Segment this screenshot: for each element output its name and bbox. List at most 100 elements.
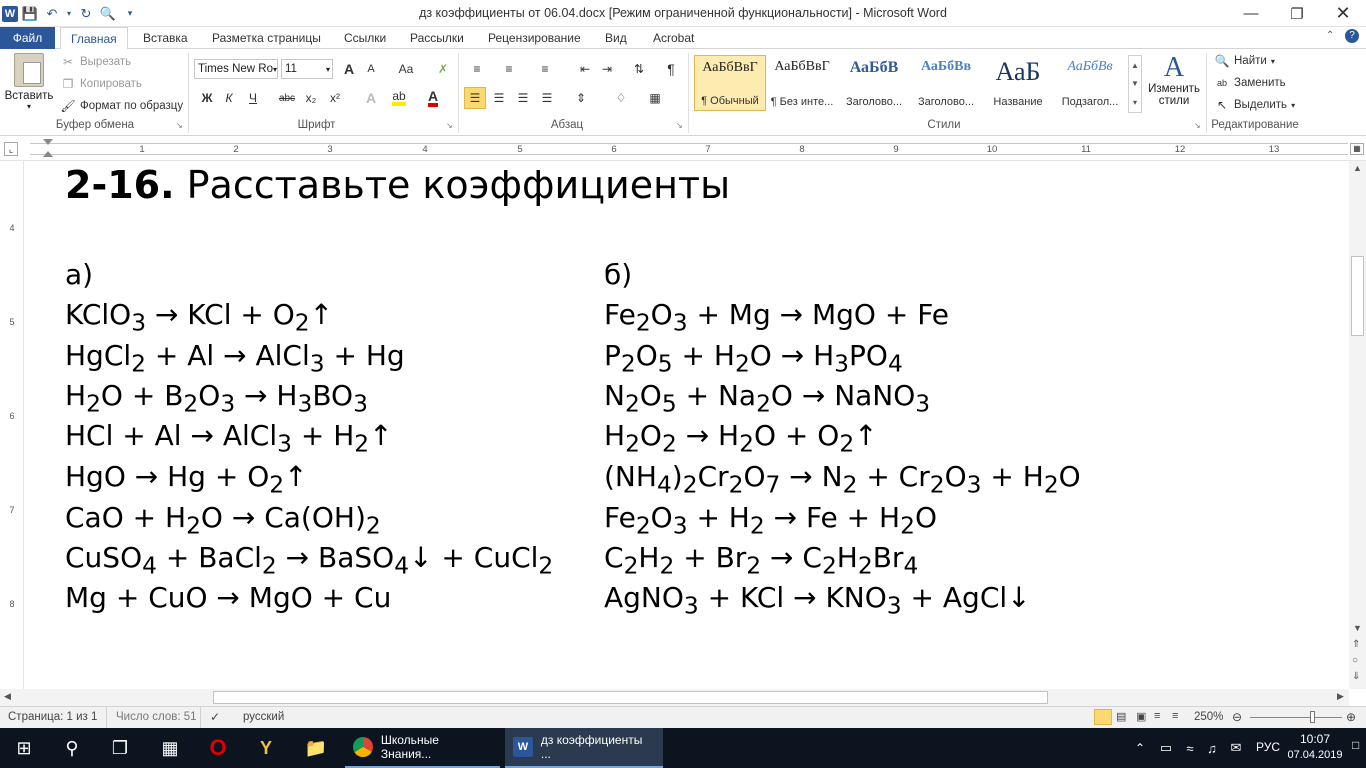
zoom-slider[interactable] (1250, 717, 1342, 718)
shading-icon[interactable]: ♢ (610, 87, 632, 109)
tray-overflow-icon[interactable]: ⌃ (1128, 728, 1152, 768)
collapse-ribbon-icon[interactable]: ⌃ (1326, 30, 1334, 41)
bold-button[interactable]: Ж (196, 87, 218, 109)
tab-home[interactable]: Главная (60, 27, 128, 50)
style-title[interactable]: АаБ Название (982, 55, 1054, 111)
format-painter-button[interactable]: 🖌 Формат по образцу (60, 96, 183, 116)
style-heading-2[interactable]: АаБбВв Заголово... (910, 55, 982, 111)
file-explorer-icon[interactable]: 📁 (292, 728, 340, 768)
font-color-button[interactable]: A (422, 87, 444, 109)
align-center-icon[interactable]: ☰ (488, 87, 510, 109)
show-marks-icon[interactable]: ¶ (660, 58, 682, 80)
style-normal[interactable]: АаБбВвГ ¶ Обычный (694, 55, 766, 111)
style-subtitle[interactable]: АаБбВв Подзагол... (1054, 55, 1126, 111)
word-icon[interactable]: W (2, 5, 18, 22)
align-left-icon[interactable]: ☰ (464, 87, 486, 109)
grow-font-button[interactable]: A (338, 58, 360, 80)
tab-mailings[interactable]: Рассылки (400, 27, 474, 49)
undo-dropdown-icon[interactable]: ▾ (64, 4, 74, 24)
text-effects-icon[interactable]: A (360, 87, 382, 109)
action-center-icon[interactable]: □ (1352, 738, 1359, 752)
horizontal-scroll-thumb[interactable] (213, 691, 1048, 704)
outline-icon[interactable]: ≡ (1154, 710, 1160, 722)
cut-button[interactable]: ✂ Вырезать (60, 52, 131, 72)
zoom-in-icon[interactable]: ⊕ (1346, 710, 1356, 724)
justify-icon[interactable]: ☰ (536, 87, 558, 109)
draft-icon[interactable]: ≡ (1172, 710, 1178, 722)
clock-date[interactable]: 07.04.2019 (1284, 749, 1346, 761)
change-styles-button[interactable]: A Изменить стили (1146, 53, 1202, 117)
change-case-button[interactable]: Aa (392, 58, 420, 80)
style-heading-1[interactable]: АаБбВ Заголово... (838, 55, 910, 111)
shrink-font-button[interactable]: A (360, 58, 382, 80)
windows-start-icon[interactable]: ⊞ (0, 728, 48, 768)
clipboard-launcher-icon[interactable]: ↘ (176, 121, 183, 130)
restore-button[interactable]: ❐ (1274, 0, 1320, 27)
highlight-icon[interactable]: ab (388, 87, 410, 109)
align-right-icon[interactable]: ☰ (512, 87, 534, 109)
zoom-out-icon[interactable]: ⊖ (1232, 710, 1242, 724)
find-button[interactable]: 🔍 Найти ▾ (1214, 51, 1275, 71)
styles-scroll[interactable]: ▲ ▼ ▾ (1128, 55, 1142, 113)
copy-button[interactable]: ❐ Копировать (60, 74, 142, 94)
italic-button[interactable]: К (218, 87, 240, 109)
web-layout-icon[interactable]: ▣ (1136, 710, 1146, 723)
styles-launcher-icon[interactable]: ↘ (1194, 121, 1201, 130)
help-icon[interactable]: ? (1345, 29, 1359, 43)
yandex-icon[interactable]: Y (242, 728, 290, 768)
left-indent-marker[interactable] (43, 151, 53, 157)
zoom-level[interactable]: 250% (1194, 711, 1223, 723)
scroll-right-icon[interactable]: ▶ (1337, 691, 1344, 702)
close-button[interactable]: ✕ (1320, 0, 1366, 27)
volume-icon[interactable]: ♫ (1200, 728, 1224, 768)
increase-indent-icon[interactable]: ⇥ (596, 58, 618, 80)
keyboard-language[interactable]: РУС (1256, 740, 1280, 754)
customize-qat-icon[interactable]: ▾ (120, 4, 140, 24)
redo-icon[interactable]: ↻ (76, 4, 96, 24)
scroll-down-icon[interactable]: ▼ (1353, 623, 1362, 633)
numbering-icon[interactable]: ≡ (498, 58, 520, 80)
previous-page-icon[interactable]: ⇑ (1352, 639, 1360, 650)
clock-time[interactable]: 10:07 (1290, 732, 1340, 746)
view-ruler-icon[interactable]: ▦ (1350, 143, 1364, 155)
replace-button[interactable]: ab Заменить (1214, 73, 1286, 93)
opera-icon[interactable]: O (194, 728, 242, 768)
clear-format-icon[interactable]: ✗ (432, 58, 454, 80)
horizontal-ruler[interactable]: ⌞ 1 2 3 4 5 6 7 8 9 10 11 12 13 ▦ (0, 137, 1366, 161)
tab-acrobat[interactable]: Acrobat (643, 27, 704, 49)
tab-insert[interactable]: Вставка (133, 27, 198, 49)
sort-icon[interactable]: ⇅ (628, 58, 650, 80)
browse-object-icon[interactable]: ○ (1352, 655, 1358, 666)
paragraph-launcher-icon[interactable]: ↘ (676, 121, 683, 130)
subscript-button[interactable]: x₂ (300, 87, 322, 109)
strikethrough-button[interactable]: abc (276, 87, 298, 109)
font-launcher-icon[interactable]: ↘ (446, 121, 453, 130)
print-layout-icon[interactable] (1094, 709, 1112, 725)
vertical-scrollbar[interactable]: ▲ ▼ ⇑ ○ ⇓ (1349, 161, 1366, 689)
superscript-button[interactable]: x² (324, 87, 346, 109)
next-page-icon[interactable]: ⇓ (1352, 671, 1360, 682)
style-no-spacing[interactable]: АаБбВвГ ¶ Без инте... (766, 55, 838, 111)
paste-button[interactable]: Вставить ▾ (5, 53, 53, 115)
multilevel-list-icon[interactable]: ≡ (534, 58, 556, 80)
font-size-combo[interactable]: 11 ▾ (281, 59, 333, 79)
font-name-combo[interactable]: Times New Ro ▾ (194, 59, 278, 79)
print-preview-icon[interactable]: 🔍 (98, 4, 118, 24)
language-indicator[interactable]: русский (243, 711, 284, 723)
vertical-scroll-thumb[interactable] (1351, 256, 1364, 336)
select-button[interactable]: ↖ Выделить ▾ (1214, 95, 1295, 115)
page-count[interactable]: Страница: 1 из 1 (8, 711, 97, 723)
proofing-icon[interactable]: ✓ (210, 710, 220, 724)
tab-selector-icon[interactable]: ⌞ (4, 142, 18, 156)
scroll-left-icon[interactable]: ◀ (4, 691, 11, 702)
zoom-slider-thumb[interactable] (1310, 711, 1315, 723)
minimize-button[interactable]: — (1228, 0, 1274, 27)
tab-page-layout[interactable]: Разметка страницы (202, 27, 331, 49)
network-icon[interactable]: ≈ (1178, 728, 1202, 768)
line-spacing-icon[interactable]: ⇕ (570, 87, 592, 109)
scroll-up-icon[interactable]: ▲ (1353, 163, 1362, 173)
calculator-icon[interactable]: ▦ (146, 728, 194, 768)
taskbar-app-word[interactable]: W дз коэффициенты ... (505, 728, 663, 768)
borders-icon[interactable]: ▦ (644, 87, 666, 109)
search-icon[interactable]: ⚲ (48, 728, 96, 768)
